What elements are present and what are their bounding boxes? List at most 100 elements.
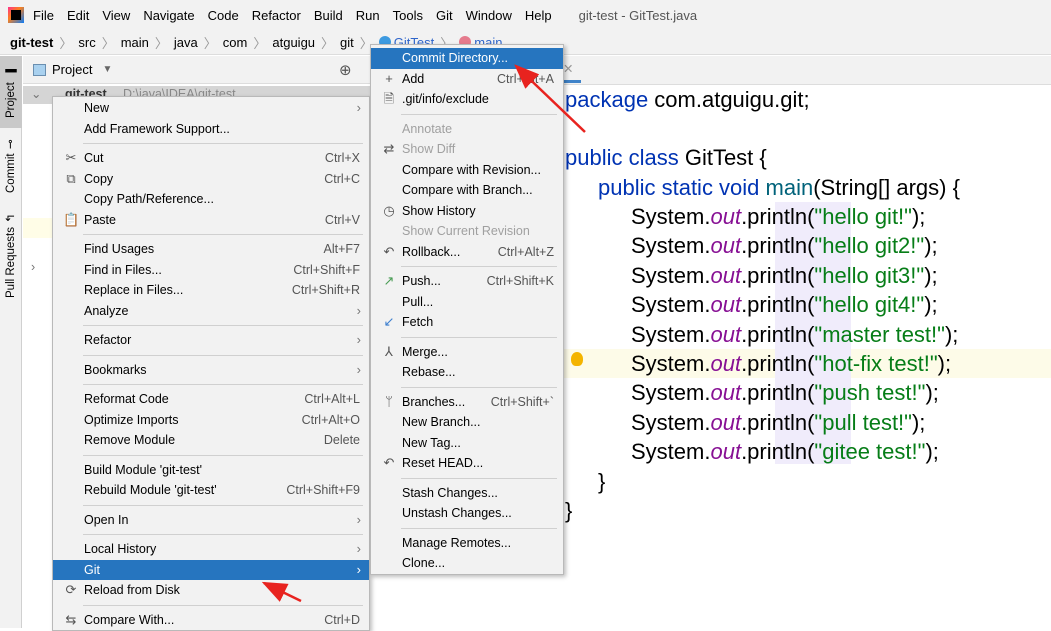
menu-item-merge[interactable]: ⅄ Merge... (371, 342, 563, 363)
close-tab-icon[interactable]: ✕ (563, 61, 573, 76)
menu-file[interactable]: File (33, 8, 54, 23)
chevron-right-icon[interactable]: › (31, 260, 35, 274)
menu-item-show-current-revision[interactable]: Show Current Revision (371, 221, 563, 242)
breadcrumb-main[interactable]: main (121, 35, 149, 50)
menu-item-reset-head[interactable]: ↶ Reset HEAD... (371, 453, 563, 474)
menu-item-branches[interactable]: ᛘ Branches... Ctrl+Shift+` (371, 392, 563, 413)
menu-item-label: Rollback... (402, 244, 461, 259)
shortcut-label: Ctrl+D (324, 612, 360, 627)
clipboard-icon: 📋 (63, 211, 80, 227)
locate-icon[interactable]: ⊕ (339, 61, 352, 79)
shortcut-label: Alt+F7 (323, 242, 360, 256)
shortcut-label: Ctrl+V (324, 212, 360, 227)
menu-separator (371, 333, 563, 342)
menu-item-add-framework-support[interactable]: Add Framework Support... (53, 119, 369, 140)
breadcrumb-project[interactable]: git-test (10, 35, 53, 50)
shortcut-label: Ctrl+Shift+F (293, 262, 360, 277)
menu-item-label: New Tag... (402, 435, 461, 450)
menu-item-label: Find in Files... (84, 262, 162, 277)
code-editor[interactable]: package com.atguigu.git; public class Gi… (565, 85, 1051, 628)
menu-item-copy-path-reference[interactable]: Copy Path/Reference... (53, 189, 369, 210)
menu-item-pull[interactable]: Pull... (371, 292, 563, 313)
menu-item-open-in[interactable]: Open In › (53, 510, 369, 531)
menu-item-bookmarks[interactable]: Bookmarks › (53, 360, 369, 381)
menu-item-compare-with-branch[interactable]: Compare with Branch... (371, 180, 563, 201)
menu-item-analyze[interactable]: Analyze › (53, 301, 369, 322)
menu-separator (53, 380, 369, 389)
breadcrumb-atguigu[interactable]: atguigu (272, 35, 315, 50)
menu-item-new-tag[interactable]: New Tag... (371, 433, 563, 454)
breadcrumb-src[interactable]: src (78, 35, 95, 50)
menu-item-find-usages[interactable]: Find Usages Alt+F7 (53, 239, 369, 260)
menu-item-manage-remotes[interactable]: Manage Remotes... (371, 533, 563, 554)
menu-navigate[interactable]: Navigate (143, 8, 194, 23)
menu-item-label: Compare with Revision... (402, 162, 541, 177)
menu-item-commit-directory[interactable]: Commit Directory... (371, 48, 563, 69)
menu-item-unstash-changes[interactable]: Unstash Changes... (371, 503, 563, 524)
menu-item-refactor[interactable]: Refactor › (53, 330, 369, 351)
reset-icon: ↶ (383, 455, 395, 470)
menu-item-compare-with[interactable]: ⇆ Compare With... Ctrl+D (53, 610, 369, 631)
menu-item-label: New (84, 101, 110, 115)
menu-code[interactable]: Code (208, 8, 239, 23)
menu-item-new[interactable]: New › (53, 98, 369, 119)
tool-tab-project[interactable]: Project ▬ (0, 56, 22, 128)
project-panel-title[interactable]: Project (52, 62, 92, 77)
menu-view[interactable]: View (102, 8, 130, 23)
chevron-down-icon[interactable]: ▼ (102, 64, 112, 75)
breadcrumb-com[interactable]: com (223, 35, 248, 50)
menu-item-clone[interactable]: Clone... (371, 553, 563, 574)
breadcrumb-java[interactable]: java (174, 35, 198, 50)
menu-item-replace-in-files[interactable]: Replace in Files... Ctrl+Shift+R (53, 280, 369, 301)
menu-item-add[interactable]: + Add Ctrl+Alt+A (371, 69, 563, 90)
menu-item-fetch[interactable]: ↙ Fetch (371, 312, 563, 333)
menu-item-paste[interactable]: 📋 Paste Ctrl+V (53, 210, 369, 231)
menu-separator (53, 321, 369, 330)
menu-item-reformat-code[interactable]: Reformat Code Ctrl+Alt+L (53, 389, 369, 410)
menu-item-new-branch[interactable]: New Branch... (371, 412, 563, 433)
menu-item-local-history[interactable]: Local History › (53, 539, 369, 560)
menu-item-compare-with-revision[interactable]: Compare with Revision... (371, 160, 563, 181)
menu-item-remove-module[interactable]: Remove Module Delete (53, 430, 369, 451)
menu-build[interactable]: Build (314, 8, 343, 23)
code-line-main: public static void main(String[] args) { (598, 175, 960, 200)
menu-item-show-diff[interactable]: ⇄ Show Diff (371, 139, 563, 160)
menu-item-show-history[interactable]: ◷ Show History (371, 201, 563, 222)
menu-item-copy[interactable]: ⧉ Copy Ctrl+C (53, 169, 369, 190)
menu-item-label: Paste (84, 212, 116, 227)
menu-tools[interactable]: Tools (393, 8, 423, 23)
tool-tab-commit[interactable]: Commit ⊸ (0, 132, 22, 200)
menu-item-find-in-files[interactable]: Find in Files... Ctrl+Shift+F (53, 260, 369, 281)
menu-edit[interactable]: Edit (67, 8, 89, 23)
menu-item-annotate[interactable]: Annotate (371, 119, 563, 140)
menu-run[interactable]: Run (356, 8, 380, 23)
menu-item-label: Copy Path/Reference... (84, 192, 214, 206)
menu-item-rebuild-module-git-test[interactable]: Rebuild Module 'git-test' Ctrl+Shift+F9 (53, 480, 369, 501)
menu-help[interactable]: Help (525, 8, 552, 23)
menu-item-git-info-exclude[interactable]: 🗎 .git/info/exclude (371, 89, 563, 110)
menu-refactor[interactable]: Refactor (252, 8, 301, 23)
menu-item-rollback[interactable]: ↶ Rollback... Ctrl+Alt+Z (371, 242, 563, 263)
menu-item-git[interactable]: Git › (53, 559, 369, 580)
menu-item-build-module-git-test[interactable]: Build Module 'git-test' (53, 460, 369, 481)
menu-item-cut[interactable]: ✂ Cut Ctrl+X (53, 148, 369, 169)
menu-item-label: Annotate (402, 121, 453, 136)
menu-git[interactable]: Git (436, 8, 453, 23)
menu-item-label: Reload from Disk (84, 583, 180, 597)
pull-request-icon: ↰ (5, 213, 17, 224)
menu-item-stash-changes[interactable]: Stash Changes... (371, 483, 563, 504)
chevron-right-icon: › (356, 332, 361, 347)
tool-tab-pull-requests[interactable]: Pull Requests ↰ (0, 206, 22, 306)
menu-window[interactable]: Window (466, 8, 512, 23)
menu-item-label: Merge... (402, 344, 448, 359)
code-line-close-class: } (565, 498, 573, 523)
menu-item-rebase[interactable]: Rebase... (371, 362, 563, 383)
tool-tab-project-label: Project (5, 82, 17, 118)
menu-item-reload-from-disk[interactable]: ⟳ Reload from Disk (53, 580, 369, 601)
menu-item-optimize-imports[interactable]: Optimize Imports Ctrl+Alt+O (53, 410, 369, 431)
intellij-logo-icon (8, 7, 24, 23)
breadcrumb-git[interactable]: git (340, 35, 354, 50)
code-line-println: System.out.println("pull test!"); (631, 409, 926, 435)
menu-item-push[interactable]: ↗ Push... Ctrl+Shift+K (371, 271, 563, 292)
push-arrow-icon: ↗ (383, 273, 395, 288)
